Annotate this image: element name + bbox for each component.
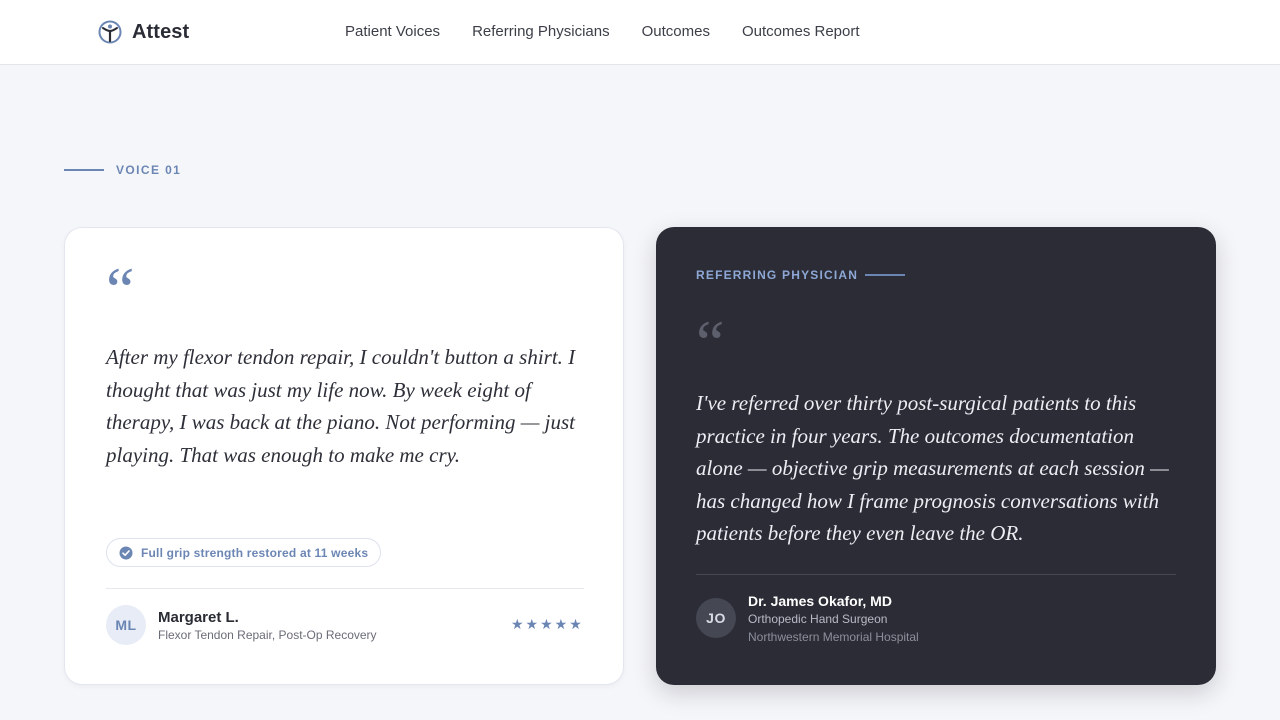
patient-testimonial-card: “ After my flexor tendon repair, I could… <box>64 227 624 685</box>
patient-quote: After my flexor tendon repair, I couldn'… <box>106 345 576 467</box>
top-nav-bar: Attest Patient Voices Referring Physicia… <box>0 0 1280 65</box>
card-divider <box>106 588 584 589</box>
author-organization: Northwestern Memorial Hospital <box>748 630 919 644</box>
eyebrow-rule <box>64 169 104 171</box>
card-eyebrow-rule <box>865 274 906 276</box>
author-name: Margaret L. <box>158 609 239 626</box>
avatar: ML <box>106 605 146 645</box>
nav-link-outcomes-report[interactable]: Outcomes Report <box>742 23 860 41</box>
brand-name: Attest <box>132 20 190 43</box>
section-eyebrow: VOICE 01 <box>64 163 181 177</box>
brand-logo-link[interactable]: Attest <box>98 19 189 45</box>
eyebrow-label: VOICE 01 <box>116 163 182 177</box>
primary-nav: Patient Voices Referring Physicians Outc… <box>345 23 860 41</box>
nav-link-referring-physicians[interactable]: Referring Physicians <box>472 23 610 41</box>
nav-link-patient-voices[interactable]: Patient Voices <box>345 23 440 41</box>
avatar: JO <box>696 598 736 638</box>
outcome-badge-label: Full grip strength restored at 11 weeks <box>141 545 369 560</box>
check-circle-icon <box>119 546 133 559</box>
quote-mark-icon: “ <box>106 254 135 325</box>
author-role: Orthopedic Hand Surgeon <box>748 612 888 626</box>
quote-mark-icon: “ <box>696 307 725 378</box>
physician-quote: I've referred over thirty post-surgical … <box>696 391 1169 545</box>
star-rating: ★★★★★ <box>511 616 584 632</box>
physician-testimonial-card: REFERRING PHYSICIAN “ I've referred over… <box>656 227 1216 685</box>
figure-emblem-icon <box>98 20 122 44</box>
card-eyebrow: REFERRING PHYSICIAN <box>696 268 906 282</box>
outcome-badge: Full grip strength restored at 11 weeks <box>106 538 382 567</box>
author-role: Flexor Tendon Repair, Post-Op Recovery <box>158 628 377 642</box>
card-eyebrow-label: REFERRING PHYSICIAN <box>696 268 859 282</box>
author-name: Dr. James Okafor, MD <box>748 593 892 609</box>
nav-link-outcomes[interactable]: Outcomes <box>642 23 710 41</box>
card-divider <box>696 574 1176 575</box>
